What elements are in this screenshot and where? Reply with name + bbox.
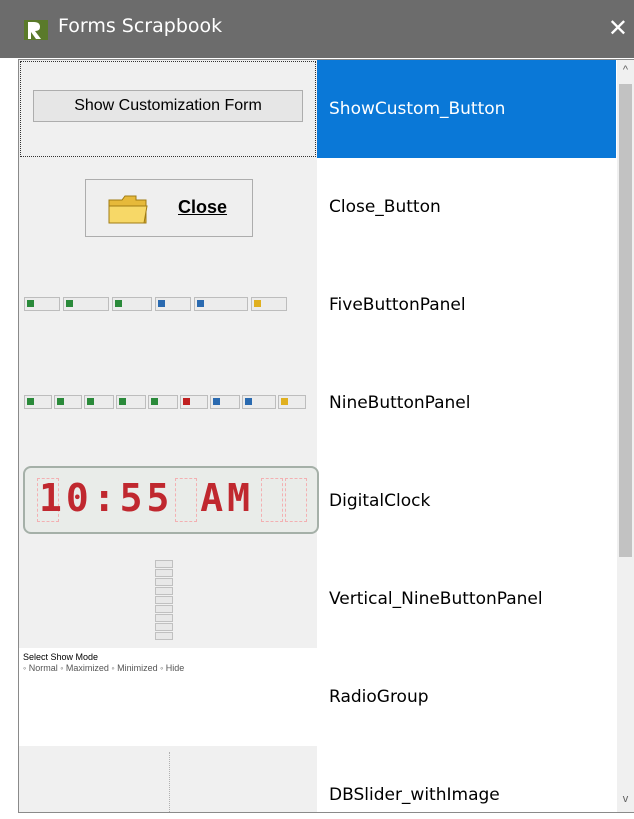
item-label: NineButtonPanel — [329, 393, 471, 413]
mini-button — [155, 297, 191, 311]
mini-button — [180, 395, 208, 409]
mini-button — [278, 395, 306, 409]
item-preview: Close — [19, 158, 317, 256]
clock-segment — [285, 478, 307, 522]
mini-button — [24, 395, 52, 409]
mini-button — [155, 614, 173, 622]
list-item-vertical-ninebuttonpanel[interactable]: Vertical_NineButtonPanel — [19, 550, 616, 648]
scroll-down-arrow-icon[interactable]: v — [617, 791, 634, 808]
item-label: ShowCustom_Button — [329, 99, 506, 119]
item-label: Close_Button — [329, 197, 441, 217]
mini-button — [84, 395, 114, 409]
item-preview — [19, 746, 317, 812]
close-window-icon[interactable]: ✕ — [608, 14, 628, 42]
item-label: DBSlider_withImage — [329, 785, 500, 805]
mini-button — [155, 632, 173, 640]
close-preview-button: Close — [85, 179, 253, 237]
mini-button — [155, 569, 173, 577]
clock-digits: 10:55 AM — [39, 476, 255, 520]
mini-button — [210, 395, 240, 409]
scrapbook-list[interactable]: Show Customization Form ShowCustom_Butto… — [18, 59, 634, 813]
mini-button — [242, 395, 276, 409]
scrollbar-thumb[interactable] — [619, 84, 632, 557]
forms-scrapbook-window: Forms Scrapbook ✕ Show Customization For… — [0, 0, 634, 819]
app-logo-icon — [24, 20, 48, 40]
mini-button — [155, 578, 173, 586]
list-item-fivebuttonpanel[interactable]: FiveButtonPanel — [19, 256, 616, 354]
mini-button — [155, 605, 173, 613]
list-item-close-button[interactable]: Close Close_Button — [19, 158, 616, 256]
mini-button — [251, 297, 287, 311]
close-preview-label: Close — [178, 197, 228, 217]
radio-group-preview-title: Select Show Mode — [23, 652, 99, 662]
scroll-up-arrow-icon[interactable]: ^ — [617, 62, 634, 79]
list-item-radiogroup[interactable]: Select Show Mode ◦ Normal ◦ Maximized ◦ … — [19, 648, 616, 746]
item-label: FiveButtonPanel — [329, 295, 466, 315]
mini-button — [112, 297, 152, 311]
vertical-nine-button-panel-preview — [155, 560, 173, 640]
vertical-scrollbar[interactable]: ^ v — [617, 60, 634, 812]
item-label: DigitalClock — [329, 491, 431, 511]
mini-button — [155, 587, 173, 595]
item-preview: Select Show Mode ◦ Normal ◦ Maximized ◦ … — [19, 648, 317, 746]
mini-button — [155, 560, 173, 568]
list-item-showcustom-button[interactable]: Show Customization Form ShowCustom_Butto… — [19, 60, 616, 158]
window-title: Forms Scrapbook — [58, 15, 223, 37]
list-item-ninebuttonpanel[interactable]: NineButtonPanel — [19, 354, 616, 452]
list-item-digitalclock[interactable]: 10:55 AM DigitalClock — [19, 452, 616, 550]
show-customization-form-preview-button: Show Customization Form — [33, 90, 303, 122]
list-item-dbslider-withimage[interactable]: DBSlider_withImage — [19, 746, 616, 812]
nine-button-panel-preview — [24, 395, 306, 409]
mini-button — [155, 596, 173, 604]
item-preview — [19, 256, 317, 354]
folder-icon — [108, 195, 148, 224]
item-preview: 10:55 AM — [19, 452, 319, 550]
list-items: Show Customization Form ShowCustom_Butto… — [19, 60, 616, 812]
mini-button — [63, 297, 109, 311]
mini-button — [54, 395, 82, 409]
clock-segment — [261, 478, 283, 522]
item-preview: Show Customization Form — [19, 60, 317, 158]
five-button-panel-preview — [24, 297, 287, 311]
radio-group-preview-options: ◦ Normal ◦ Maximized ◦ Minimized ◦ Hide — [23, 663, 185, 673]
slider-track-preview — [169, 752, 170, 812]
mini-button — [155, 623, 173, 631]
item-label: Vertical_NineButtonPanel — [329, 589, 543, 609]
title-bar[interactable]: Forms Scrapbook ✕ — [0, 0, 634, 58]
digital-clock-preview: 10:55 AM — [23, 466, 319, 534]
mini-button — [116, 395, 146, 409]
item-preview — [19, 550, 317, 648]
item-label: RadioGroup — [329, 687, 429, 707]
mini-button — [148, 395, 178, 409]
mini-button — [194, 297, 248, 311]
mini-button — [24, 297, 60, 311]
item-preview — [19, 354, 317, 452]
